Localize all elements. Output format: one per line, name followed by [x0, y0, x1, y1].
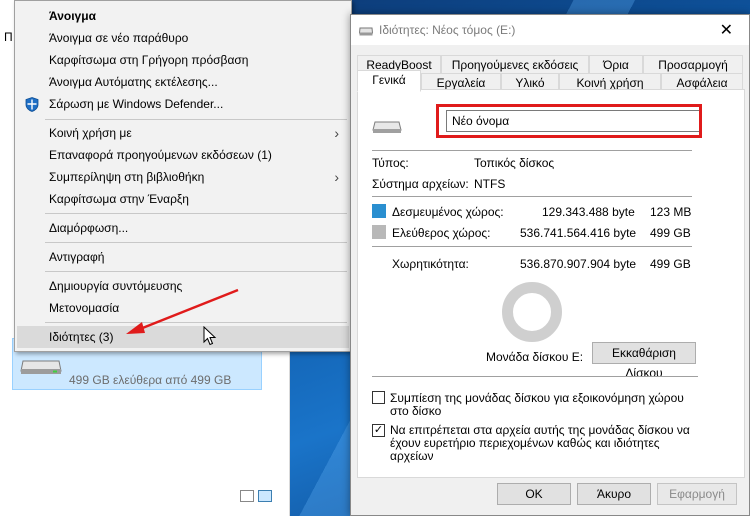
free-space-size: 499 GB [650, 226, 691, 240]
apply-button[interactable]: Εφαρμογή [657, 483, 737, 505]
divider [372, 150, 692, 151]
mouse-pointer-icon [203, 325, 217, 349]
tab-quota[interactable]: Όρια [589, 55, 643, 74]
disk-cleanup-button[interactable]: Εκκαθάριση Δίσκου [592, 342, 696, 380]
free-space-label: Ελεύθερος χώρος: [392, 226, 491, 240]
index-contents-label: Να επιτρέπεται στα αρχεία αυτής της μονά… [390, 423, 690, 463]
used-space-swatch [372, 204, 386, 218]
drive-letter-label: Μονάδα δίσκου E: [486, 350, 584, 364]
cancel-button[interactable]: Άκυρο [577, 483, 651, 505]
capacity-label: Χωρητικότητα: [392, 257, 469, 271]
free-space-swatch [372, 225, 386, 239]
highlight-frame [436, 104, 702, 138]
type-value: Τοπικός δίσκος [474, 156, 555, 170]
properties-dialog: Ιδιότητες: Νέος τόμος (E:) ✕ ReadyBoost … [350, 14, 750, 516]
tab-previous-versions[interactable]: Προηγούμενες εκδόσεις [441, 55, 589, 74]
capacity-bytes: 536.870.907.904 byte [520, 257, 637, 271]
filesystem-value: NTFS [474, 177, 506, 191]
general-tab-panel: Τύπος: Τοπικός δίσκος Σύστημα αρχείων: N… [357, 89, 745, 478]
free-space-bytes: 536.741.564.416 byte [520, 226, 637, 240]
disk-usage-pie [502, 282, 562, 342]
tab-general[interactable]: Γενικά [357, 70, 421, 92]
compress-drive-checkbox[interactable] [372, 391, 385, 404]
tab-customize[interactable]: Προσαρμογή [643, 55, 743, 74]
divider [372, 376, 698, 377]
compress-drive-label: Συμπίεση της μονάδας δίσκου για εξοικονό… [390, 391, 684, 418]
close-icon[interactable]: ✕ [720, 20, 733, 40]
used-space-bytes: 129.343.488 byte [542, 205, 635, 219]
hard-drive-icon [372, 120, 402, 137]
hard-drive-icon [358, 25, 374, 39]
index-contents-checkbox[interactable]: ✓ [372, 424, 385, 437]
capacity-size: 499 GB [650, 257, 691, 271]
divider [372, 246, 692, 247]
used-space-size: 123 MB [650, 205, 692, 219]
used-space-label: Δεσμευμένος χώρος: [392, 205, 504, 219]
dialog-title: Ιδιότητες: Νέος τόμος (E:) [379, 23, 516, 37]
ok-button[interactable]: OK [497, 483, 571, 505]
type-label: Τύπος: [372, 156, 409, 170]
divider [372, 196, 692, 197]
dialog-title-bar: Ιδιότητες: Νέος τόμος (E:) ✕ [351, 15, 749, 45]
filesystem-label: Σύστημα αρχείων: [372, 177, 469, 191]
